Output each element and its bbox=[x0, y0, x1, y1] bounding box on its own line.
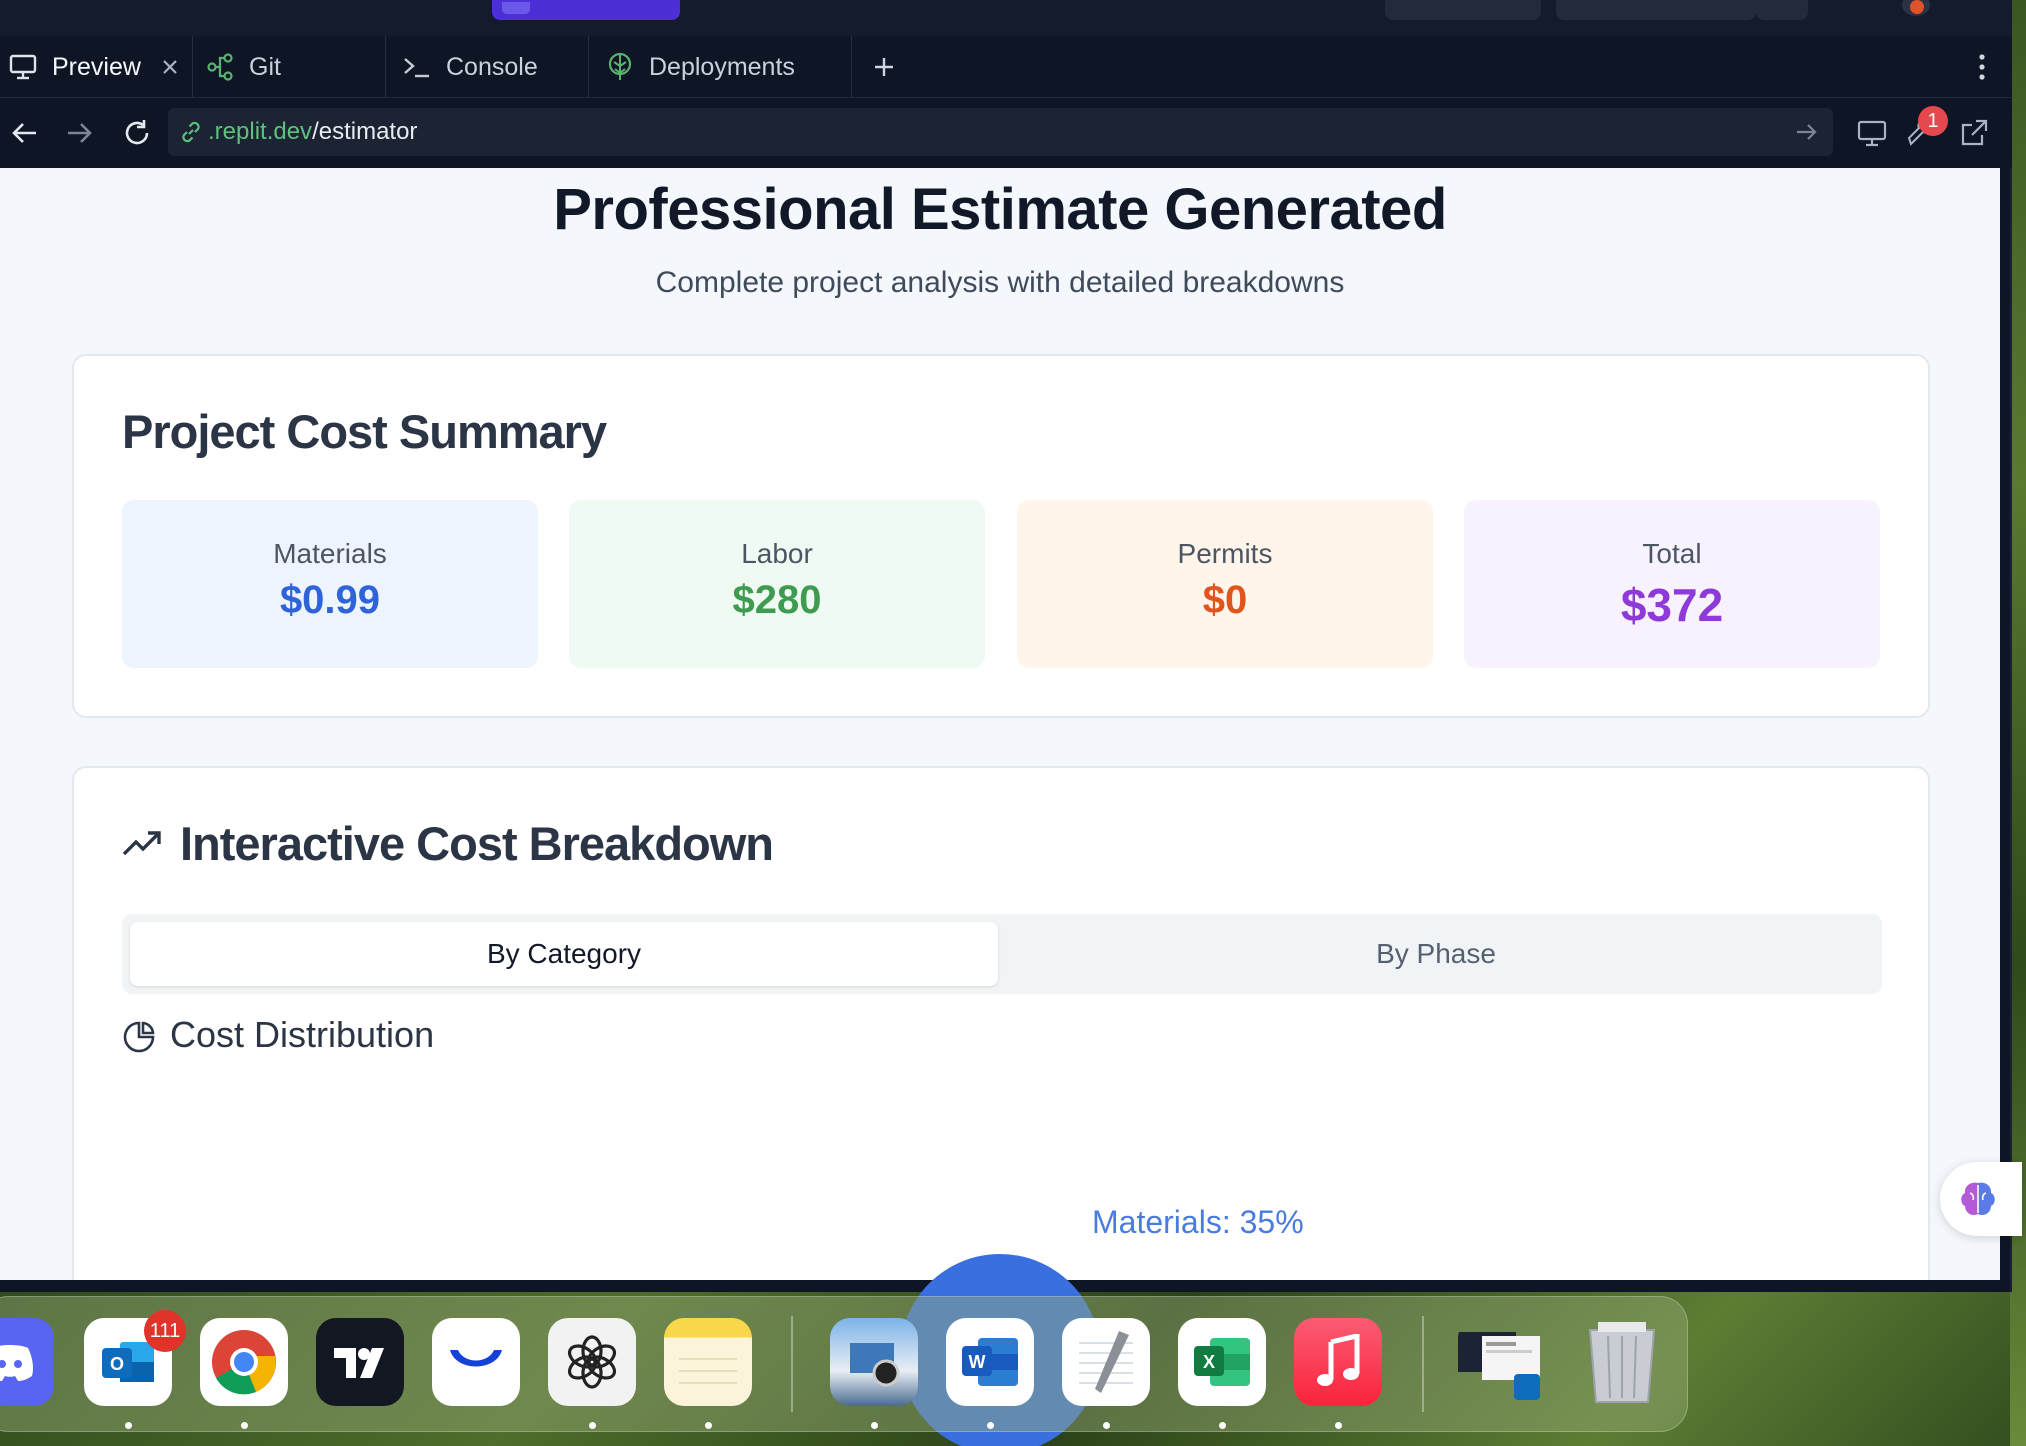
tab-by-phase[interactable]: By Phase bbox=[998, 922, 1874, 986]
running-indicator bbox=[705, 1422, 712, 1429]
ai-assistant-button[interactable] bbox=[1940, 1162, 2022, 1236]
plus-icon bbox=[875, 58, 893, 76]
discord-icon[interactable] bbox=[0, 1318, 54, 1406]
stat-value: $372 bbox=[1620, 579, 1724, 631]
preview-icon[interactable] bbox=[830, 1318, 918, 1406]
brain-icon bbox=[1961, 1182, 1995, 1216]
tab-by-category[interactable]: By Category bbox=[130, 922, 998, 986]
cost-summary-card: Project Cost Summary Materials $0.99 Lab… bbox=[72, 354, 1930, 718]
tab-console[interactable]: Console bbox=[386, 36, 589, 98]
tab-label: Deployments bbox=[649, 52, 795, 81]
arrow-left-icon bbox=[12, 123, 36, 143]
deploy-icon bbox=[605, 52, 635, 82]
svg-text:W: W bbox=[969, 1352, 986, 1372]
chrome-icon[interactable] bbox=[200, 1318, 288, 1406]
stat-value: $0.99 bbox=[279, 578, 381, 622]
tradingview-icon[interactable] bbox=[316, 1318, 404, 1406]
workspace-topbar bbox=[0, 0, 2012, 36]
running-indicator bbox=[589, 1422, 596, 1429]
tab-bar: Preview Git Console Deployments bbox=[0, 36, 2012, 98]
window-stack-icon[interactable] bbox=[1458, 1318, 1546, 1406]
stat-label: Materials bbox=[273, 538, 387, 569]
chatgpt-icon[interactable] bbox=[548, 1318, 636, 1406]
word-icon[interactable]: W bbox=[946, 1318, 1034, 1406]
running-indicator bbox=[125, 1422, 132, 1429]
running-indicator bbox=[1219, 1422, 1226, 1429]
running-indicator bbox=[987, 1422, 994, 1429]
page-title: Professional Estimate Generated bbox=[553, 177, 1447, 242]
webull-icon[interactable] bbox=[432, 1318, 520, 1406]
labor-stat: Labor $280 bbox=[569, 500, 985, 668]
materials-stat: Materials $0.99 bbox=[122, 500, 538, 668]
reload-button[interactable] bbox=[122, 118, 152, 148]
topbar-control[interactable] bbox=[1385, 0, 1541, 20]
textedit-icon[interactable] bbox=[1062, 1318, 1150, 1406]
browser-window: Preview Git Console Deployments .replit.… bbox=[0, 0, 2022, 1446]
notification-badge: 1 bbox=[1918, 106, 1948, 136]
cost-breakdown-title: Interactive Cost Breakdown bbox=[180, 817, 774, 870]
grip-icon bbox=[502, 2, 530, 14]
url-path: /estimator bbox=[312, 118, 418, 145]
tab-git[interactable]: Git bbox=[193, 36, 386, 98]
monitor-icon bbox=[8, 52, 38, 82]
running-indicator bbox=[1335, 1422, 1342, 1429]
tab-deployments[interactable]: Deployments bbox=[589, 36, 852, 98]
svg-text:X: X bbox=[1203, 1352, 1215, 1372]
stat-label: Labor bbox=[741, 538, 813, 569]
git-branch-icon bbox=[205, 52, 235, 82]
excel-icon[interactable]: X bbox=[1178, 1318, 1266, 1406]
trash-icon[interactable] bbox=[1578, 1318, 1666, 1406]
tab-label: Preview bbox=[52, 52, 141, 81]
cost-distribution-title: Cost Distribution bbox=[170, 1014, 435, 1055]
outlook-badge: 111 bbox=[144, 1310, 186, 1352]
running-indicator bbox=[871, 1422, 878, 1429]
cost-summary-title: Project Cost Summary bbox=[122, 405, 607, 458]
topbar-control[interactable] bbox=[1556, 0, 1756, 20]
tab-label: Git bbox=[249, 52, 281, 81]
forward-button[interactable] bbox=[64, 118, 94, 148]
music-icon[interactable] bbox=[1294, 1318, 1382, 1406]
pie-slice-label: Materials: 35% bbox=[1092, 1204, 1304, 1240]
pie-chart-icon bbox=[122, 1020, 156, 1054]
tab-label: Console bbox=[446, 52, 538, 81]
permits-stat: Permits $0 bbox=[1017, 500, 1433, 668]
url-bar[interactable]: .replit.dev/estimator bbox=[168, 108, 1833, 156]
running-indicator bbox=[1103, 1422, 1110, 1429]
address-row: .replit.dev/estimator bbox=[0, 98, 2012, 168]
avatar-badge bbox=[1910, 0, 1924, 14]
total-stat: Total $372 bbox=[1464, 500, 1880, 668]
stat-value: $280 bbox=[732, 578, 822, 622]
run-button[interactable] bbox=[492, 0, 680, 20]
svg-text:O: O bbox=[110, 1354, 124, 1374]
refresh-icon bbox=[125, 120, 149, 145]
add-tab-button[interactable] bbox=[852, 36, 916, 98]
arrow-right-icon bbox=[68, 123, 92, 143]
running-indicator bbox=[241, 1422, 248, 1429]
page-subtitle: Complete project analysis with detailed … bbox=[655, 266, 1345, 299]
stat-label: Permits bbox=[1177, 538, 1273, 569]
trending-up-icon bbox=[122, 828, 162, 858]
dock-separator bbox=[1422, 1316, 1424, 1412]
preview-page: Professional Estimate Generated Complete… bbox=[0, 168, 2000, 1280]
url-host: .replit.dev bbox=[208, 118, 313, 145]
back-button[interactable] bbox=[10, 118, 40, 148]
terminal-icon bbox=[402, 52, 432, 82]
notes-icon[interactable] bbox=[664, 1318, 752, 1406]
link-icon bbox=[178, 119, 204, 145]
stat-value: $0 bbox=[1202, 578, 1248, 622]
cost-breakdown-card: Interactive Cost Breakdown By Category B… bbox=[72, 766, 1930, 1280]
topbar-control[interactable] bbox=[1756, 0, 1808, 20]
go-arrow-icon[interactable] bbox=[1793, 119, 1819, 145]
more-menu-icon[interactable] bbox=[1978, 54, 1986, 80]
breakdown-tabs: By Category By Phase bbox=[122, 914, 1882, 994]
dock-separator bbox=[791, 1316, 793, 1412]
open-external-icon[interactable] bbox=[1958, 117, 1990, 149]
stat-label: Total bbox=[1642, 538, 1702, 569]
close-icon[interactable] bbox=[158, 55, 182, 79]
tab-preview[interactable]: Preview bbox=[0, 36, 193, 98]
device-preview-icon[interactable] bbox=[1856, 117, 1888, 149]
